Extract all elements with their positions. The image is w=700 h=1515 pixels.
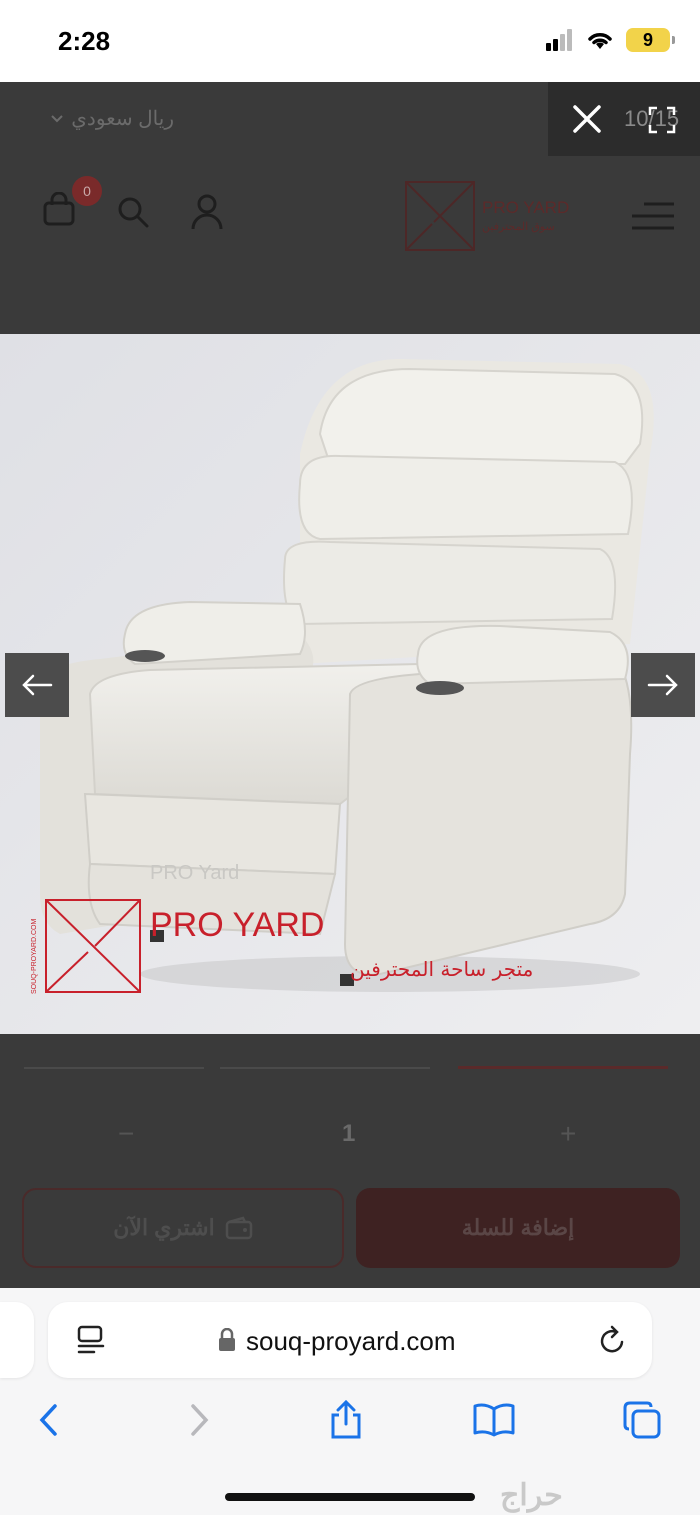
share-button[interactable] [322, 1396, 370, 1444]
fullscreen-icon[interactable] [648, 106, 676, 134]
chevron-down-icon [51, 114, 63, 122]
cart-button[interactable]: 0 [42, 176, 102, 231]
back-button[interactable] [24, 1396, 72, 1444]
logo-subtext: سوق المحترفين [482, 221, 555, 233]
status-time: 2:28 [58, 26, 111, 56]
arrow-right-icon [647, 674, 678, 696]
browser-nav-toolbar [0, 1396, 700, 1456]
quantity-increase-button[interactable]: + [560, 1118, 576, 1150]
tabs-icon [623, 1401, 661, 1439]
reader-mode-icon[interactable] [76, 1324, 106, 1356]
bookmarks-button[interactable] [470, 1396, 518, 1444]
lightbox-toolbar: 10/15 [548, 82, 700, 156]
wallet-icon [225, 1216, 252, 1240]
address-bar[interactable]: souq-proyard.com [48, 1302, 652, 1378]
proyard-logo-mark-icon [405, 181, 475, 251]
share-icon [331, 1400, 361, 1439]
hamburger-menu-icon[interactable] [630, 200, 676, 232]
quantity-value: 1 [342, 1120, 356, 1147]
quantity-stepper: − 1 + [0, 1118, 700, 1158]
arrow-left-icon [22, 674, 53, 696]
watermark-vertical-text: SOUQ-PROYARD.COM [31, 919, 38, 994]
buy-now-label: اشتري الآن [113, 1215, 215, 1240]
lock-icon [219, 1328, 235, 1351]
recliner-chair-image: PRO Yard PRO YARD متجر ساحة المحترفين SO… [0, 334, 700, 1034]
previous-tab-edge[interactable] [0, 1302, 34, 1378]
currency-selector[interactable]: ريال سعودي [51, 106, 174, 131]
app-watermark: حراج [500, 1479, 563, 1512]
status-icons: 9 [546, 28, 675, 52]
currency-label: ريال سعودي [71, 108, 174, 130]
tabs-button[interactable] [618, 1396, 666, 1444]
browser-toolbar: souq-proyard.com [0, 1288, 700, 1515]
add-to-cart-label: إضافة للسلة [461, 1215, 575, 1240]
watermark-subtitle: متجر ساحة المحترفين [350, 957, 533, 981]
watermark-brand-name: PRO YARD [150, 906, 324, 944]
status-bar: 2:28 9 [0, 0, 700, 82]
buy-now-button[interactable]: اشتري الآن [22, 1188, 344, 1268]
screen: 2:28 9 ريال سعودي 0 PRO YARD سوق المحترف… [0, 0, 700, 1515]
site-logo[interactable]: PRO YARD سوق المحترفين [404, 180, 584, 252]
previous-image-button[interactable] [5, 653, 69, 717]
search-icon[interactable] [116, 195, 150, 229]
url-text: souq-proyard.com [246, 1326, 456, 1356]
close-icon[interactable] [570, 102, 604, 136]
tabs-divider [24, 1066, 668, 1069]
forward-button[interactable] [176, 1396, 224, 1444]
cart-count-badge: 0 [72, 176, 102, 206]
chevron-left-icon [39, 1404, 57, 1436]
cellular-signal-icon [546, 29, 572, 51]
seat-brand-text: PRO Yard [150, 862, 239, 884]
shopping-bag-icon [43, 191, 75, 226]
header-icons: 0 [42, 176, 224, 231]
quantity-decrease-button[interactable]: − [118, 1118, 134, 1150]
battery-indicator: 9 [626, 28, 675, 52]
home-indicator[interactable] [225, 1493, 475, 1501]
add-to-cart-button[interactable]: إضافة للسلة [356, 1188, 680, 1268]
next-image-button[interactable] [631, 653, 695, 717]
reload-icon[interactable] [598, 1324, 628, 1356]
user-account-icon[interactable] [190, 193, 224, 231]
chevron-right-icon [191, 1404, 209, 1436]
logo-text: PRO YARD [482, 198, 570, 217]
wifi-icon [588, 33, 612, 49]
book-icon [473, 1403, 515, 1437]
product-image: PRO Yard PRO YARD متجر ساحة المحترفين SO… [0, 334, 700, 1034]
